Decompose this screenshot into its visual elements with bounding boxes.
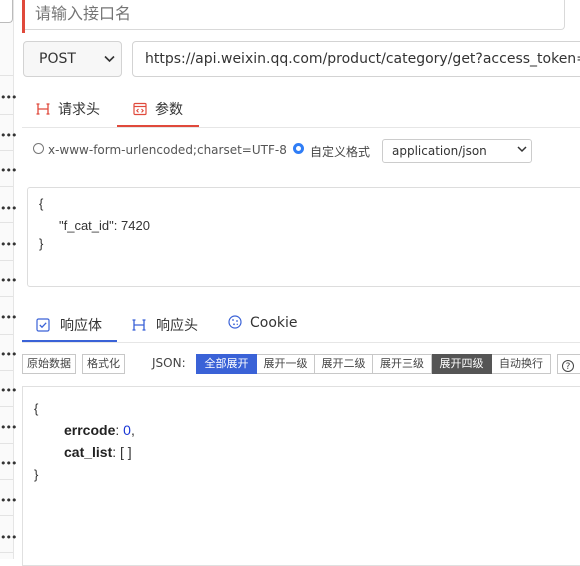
chevron-down-icon bbox=[104, 52, 115, 66]
more-icon[interactable]: ••• bbox=[0, 92, 17, 103]
sidebar-divider bbox=[0, 296, 13, 297]
more-icon[interactable]: ••• bbox=[0, 312, 17, 323]
code-line: } bbox=[39, 236, 44, 251]
tab-label: Cookie bbox=[250, 315, 298, 331]
tab-response-headers[interactable]: 响应头 bbox=[132, 315, 198, 336]
sidebar-box[interactable] bbox=[0, 0, 13, 23]
more-icon[interactable]: ••• bbox=[0, 275, 17, 286]
more-icon[interactable]: ••• bbox=[0, 130, 17, 141]
expand-level2-button[interactable]: 展开二级 bbox=[315, 354, 373, 374]
help-icon: ? bbox=[562, 360, 574, 372]
code-line: { bbox=[39, 196, 44, 211]
sidebar-divider bbox=[0, 75, 13, 76]
more-icon[interactable]: ••• bbox=[0, 495, 17, 506]
interface-name-field bbox=[22, 0, 580, 33]
more-icon[interactable]: ••• bbox=[0, 458, 17, 469]
custom-format-radio[interactable] bbox=[293, 143, 304, 154]
tab-label: 响应头 bbox=[156, 318, 198, 334]
sidebar-divider bbox=[0, 186, 13, 187]
code-window-icon bbox=[133, 102, 147, 120]
more-icon[interactable]: ••• bbox=[0, 385, 17, 396]
sidebar-divider bbox=[0, 406, 13, 407]
tab-label: 请求头 bbox=[58, 102, 100, 118]
tab-label: 参数 bbox=[155, 102, 183, 118]
code-line: "f_cat_id": 7420 bbox=[59, 218, 150, 233]
expand-level1-button[interactable]: 展开一级 bbox=[257, 354, 315, 374]
more-icon[interactable]: ••• bbox=[0, 532, 17, 543]
format-button[interactable]: 格式化 bbox=[82, 354, 125, 374]
expand-level3-button[interactable]: 展开三级 bbox=[373, 354, 432, 374]
json-colon: : bbox=[113, 218, 121, 233]
tabs-divider bbox=[22, 127, 580, 128]
auto-wrap-button[interactable]: 自动换行 bbox=[492, 354, 551, 374]
help-button[interactable]: ? bbox=[557, 354, 580, 374]
json-label: JSON: bbox=[152, 356, 186, 370]
sidebar-divider bbox=[0, 552, 13, 553]
json-number: 0 bbox=[123, 422, 131, 438]
tabs-divider bbox=[22, 342, 580, 343]
json-array: [ ] bbox=[120, 444, 132, 460]
json-key: cat_list bbox=[64, 444, 113, 460]
json-brace: { bbox=[34, 401, 39, 416]
tab-response-body[interactable]: 响应体 bbox=[36, 315, 102, 336]
raw-data-button[interactable]: 原始数据 bbox=[22, 354, 76, 374]
more-icon[interactable]: ••• bbox=[0, 422, 17, 433]
sidebar-divider bbox=[0, 370, 13, 371]
more-icon[interactable]: ••• bbox=[0, 203, 17, 214]
method-select[interactable]: POST bbox=[23, 41, 122, 77]
header-H-icon bbox=[132, 318, 146, 336]
url-value: https://api.weixin.qq.com/product/catego… bbox=[145, 51, 580, 67]
sidebar-divider bbox=[0, 515, 13, 516]
json-value: 7420 bbox=[121, 218, 150, 233]
json-brace: } bbox=[34, 467, 39, 482]
left-sidebar-strip: ••• ••• ••• ••• ••• ••• ••• ••• ••• ••• … bbox=[0, 0, 17, 559]
interface-name-input[interactable] bbox=[25, 0, 565, 30]
content-type-select[interactable]: application/json bbox=[382, 139, 532, 163]
tab-label: 响应体 bbox=[60, 318, 102, 334]
custom-format-label: 自定义格式 bbox=[310, 145, 371, 159]
urlencoded-label: x-www-form-urlencoded;charset=UTF-8 bbox=[48, 143, 287, 157]
request-body-editor[interactable]: { "f_cat_id": 7420 } bbox=[27, 187, 580, 287]
json-key: errcode bbox=[64, 422, 116, 438]
json-line: errcode: 0, bbox=[64, 422, 135, 438]
sidebar-divider bbox=[0, 150, 13, 151]
checkbox-icon bbox=[36, 318, 50, 336]
response-body-viewer[interactable]: { errcode: 0, cat_list: [ ] } bbox=[22, 386, 580, 566]
urlencoded-radio[interactable] bbox=[33, 143, 44, 154]
sidebar-divider bbox=[0, 479, 13, 480]
method-value: POST bbox=[39, 51, 76, 67]
content-type-value: application/json bbox=[392, 144, 487, 158]
expand-level4-button[interactable]: 展开四级 bbox=[432, 354, 492, 374]
sidebar-divider bbox=[0, 222, 13, 223]
tab-cookie[interactable]: Cookie bbox=[228, 315, 298, 333]
json-key: "f_cat_id" bbox=[59, 218, 114, 233]
sidebar-divider bbox=[0, 334, 13, 335]
url-input[interactable]: https://api.weixin.qq.com/product/catego… bbox=[132, 41, 580, 77]
tab-request-headers[interactable]: 请求头 bbox=[36, 99, 100, 120]
header-H-icon bbox=[36, 102, 50, 120]
sidebar-divider bbox=[0, 260, 13, 261]
more-icon[interactable]: ••• bbox=[0, 239, 17, 250]
cookie-icon bbox=[228, 315, 242, 333]
json-line: cat_list: [ ] bbox=[64, 444, 132, 460]
sidebar-divider bbox=[0, 443, 13, 444]
sidebar-divider bbox=[0, 114, 13, 115]
tab-params[interactable]: 参数 bbox=[133, 99, 183, 120]
expand-all-button[interactable]: 全部展开 bbox=[196, 354, 257, 374]
more-icon[interactable]: ••• bbox=[0, 165, 17, 176]
more-icon[interactable]: ••• bbox=[0, 349, 17, 360]
chevron-down-icon bbox=[517, 143, 527, 156]
